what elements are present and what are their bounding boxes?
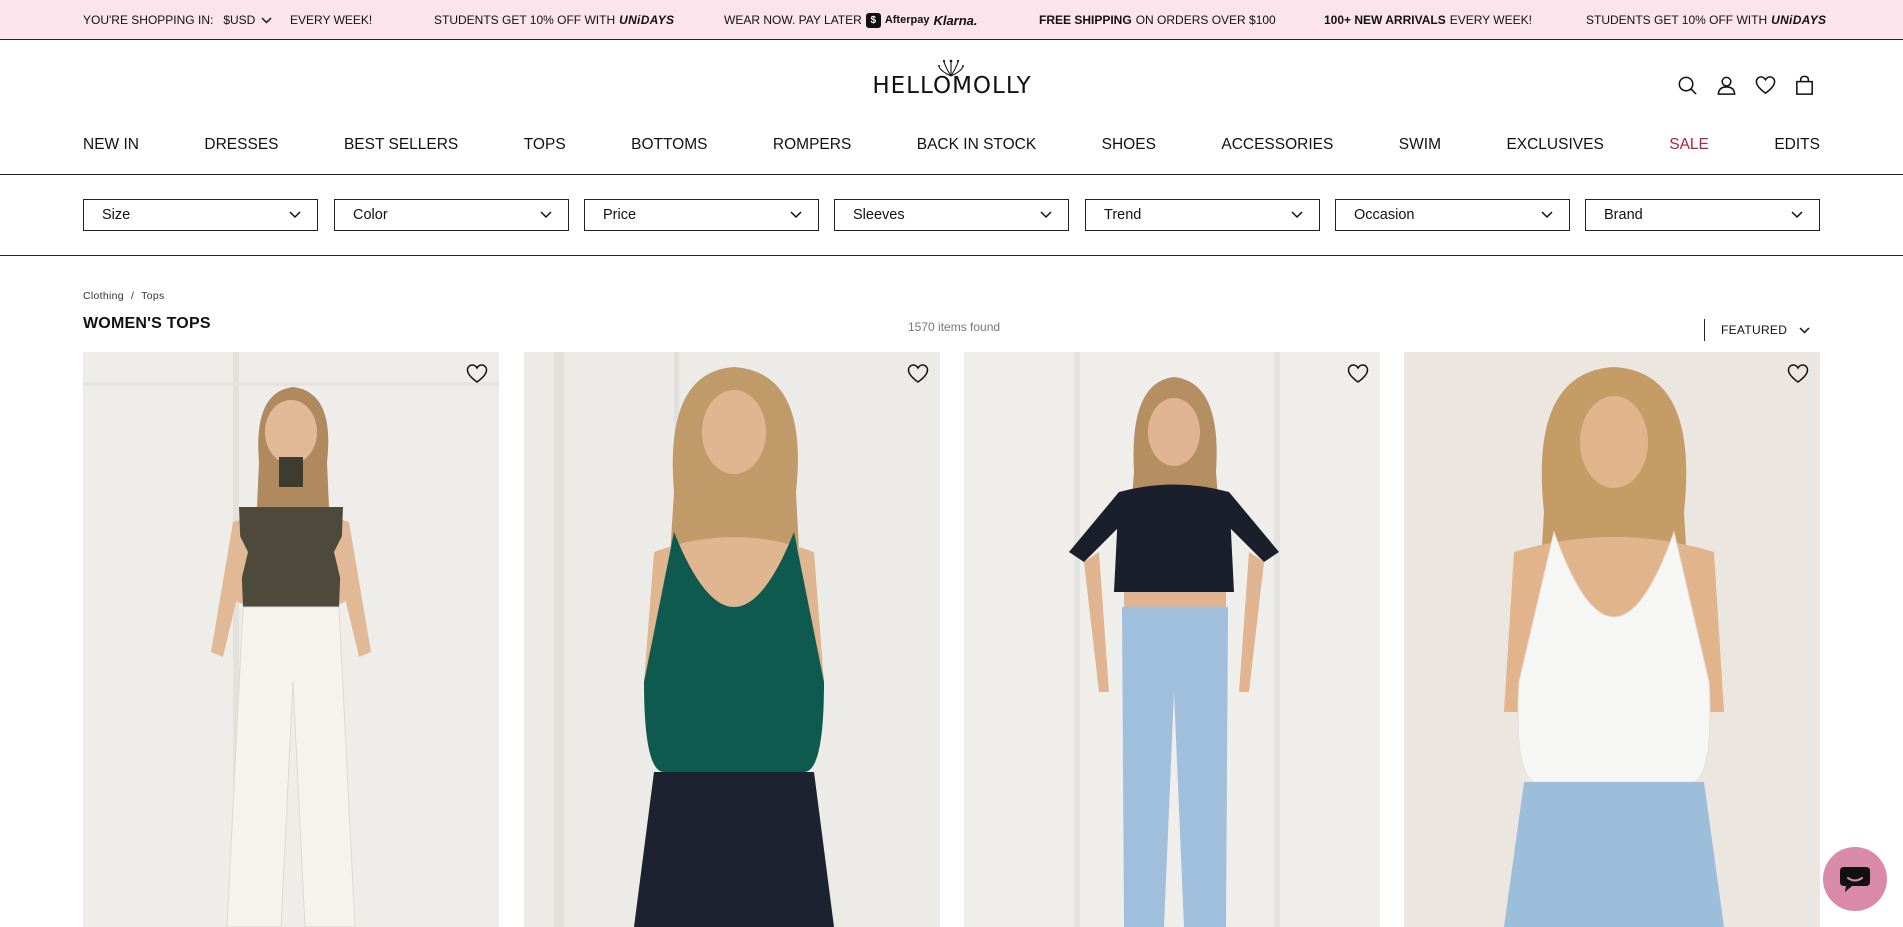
- nav-item-tops[interactable]: TOPS: [524, 136, 566, 154]
- search-icon[interactable]: [1676, 74, 1699, 97]
- announcement-bar: EVERY WEEK! STUDENTS GET 10% OFF WITH UN…: [0, 0, 1903, 40]
- product-image[interactable]: [524, 352, 940, 927]
- nav-item-rompers[interactable]: ROMPERS: [773, 136, 851, 154]
- currency-value: $USD: [223, 13, 256, 27]
- filter-label: Sleeves: [853, 207, 905, 223]
- bag-icon[interactable]: [1793, 74, 1816, 97]
- ticker-item-pay-later[interactable]: WEAR NOW. PAY LATER $ Afterpay Klarna.: [724, 0, 978, 39]
- chevron-down-icon: [1291, 211, 1303, 219]
- filter-sleeves-dropdown[interactable]: Sleeves: [834, 199, 1069, 231]
- product-image[interactable]: [964, 352, 1380, 927]
- nav-item-shoes[interactable]: SHOES: [1102, 136, 1156, 154]
- product-card[interactable]: [964, 352, 1380, 927]
- klarna-logo: Klarna.: [933, 12, 978, 28]
- filter-label: Color: [353, 207, 388, 223]
- nav-item-new-in[interactable]: NEW IN: [83, 136, 139, 154]
- nav-item-accessories[interactable]: ACCESSORIES: [1221, 136, 1333, 154]
- wishlist-icon[interactable]: [1754, 74, 1777, 97]
- afterpay-logo: Afterpay: [884, 14, 930, 26]
- product-image[interactable]: [83, 352, 499, 927]
- nav-item-dresses[interactable]: DRESSES: [204, 136, 278, 154]
- product-card[interactable]: [524, 352, 940, 927]
- ticker-text: WEAR NOW. PAY LATER: [724, 13, 862, 27]
- product-card[interactable]: [83, 352, 499, 927]
- sort-dropdown[interactable]: FEATURED: [1704, 319, 1810, 341]
- site-header: HELLOMOLLY NEW IN DRESSES BEST SELLERS T…: [0, 40, 1903, 175]
- page-title: WOMEN'S TOPS: [83, 315, 211, 332]
- ticker-item-free-shipping[interactable]: FREE SHIPPING ON ORDERS OVER $100: [1039, 0, 1276, 39]
- nav-item-bottoms[interactable]: BOTTOMS: [631, 136, 707, 154]
- breadcrumb-link-clothing[interactable]: Clothing: [83, 290, 124, 302]
- filter-label: Size: [102, 207, 131, 223]
- chat-button[interactable]: [1823, 847, 1887, 911]
- ticker-item-unidays[interactable]: STUDENTS GET 10% OFF WITH UNiDAYS: [434, 0, 675, 39]
- ticker-text: ON ORDERS OVER $100: [1135, 13, 1276, 27]
- ticker-item-unidays[interactable]: STUDENTS GET 10% OFF WITH UNiDAYS: [1586, 0, 1827, 39]
- unidays-logo: UNiDAYS: [619, 13, 675, 27]
- ticker-item-new-arrivals[interactable]: 100+ NEW ARRIVALS EVERY WEEK!: [1324, 0, 1532, 39]
- filter-occasion-dropdown[interactable]: Occasion: [1335, 199, 1570, 231]
- filter-price-dropdown[interactable]: Price: [584, 199, 819, 231]
- main-navigation: NEW IN DRESSES BEST SELLERS TOPS BOTTOMS…: [83, 136, 1820, 154]
- announcement-ticker: EVERY WEEK! STUDENTS GET 10% OFF WITH UN…: [0, 0, 1903, 39]
- breadcrumb-separator: /: [130, 290, 135, 302]
- filter-color-dropdown[interactable]: Color: [334, 199, 569, 231]
- ticker-text: EVERY WEEK!: [290, 13, 373, 27]
- product-card[interactable]: [1404, 352, 1820, 927]
- chevron-down-icon: [261, 17, 272, 23]
- nav-item-exclusives[interactable]: EXCLUSIVES: [1506, 136, 1603, 154]
- chevron-down-icon: [1541, 211, 1553, 219]
- nav-item-best-sellers[interactable]: BEST SELLERS: [344, 136, 458, 154]
- currency-selector[interactable]: YOU'RE SHOPPING IN: $USD: [83, 0, 285, 39]
- nav-item-edits[interactable]: EDITS: [1774, 136, 1820, 154]
- filter-bar: Size Color Price Sleeves Trend Occasion …: [0, 175, 1903, 256]
- ticker-text: STUDENTS GET 10% OFF WITH: [1586, 13, 1768, 27]
- logo-text: HELLOMOLLY: [872, 73, 1032, 99]
- account-icon[interactable]: [1715, 74, 1738, 97]
- filter-label: Price: [603, 207, 637, 223]
- chevron-down-icon: [289, 211, 301, 219]
- chat-bubble-icon: [1840, 867, 1870, 892]
- wishlist-heart-icon[interactable]: [1346, 362, 1370, 386]
- nav-item-sale[interactable]: SALE: [1669, 136, 1709, 154]
- nav-item-swim[interactable]: SWIM: [1399, 136, 1441, 154]
- wishlist-heart-icon[interactable]: [465, 362, 489, 386]
- ticker-bold-text: 100+ NEW ARRIVALS: [1324, 13, 1446, 27]
- ticker-bold-text: FREE SHIPPING: [1039, 13, 1132, 27]
- filter-trend-dropdown[interactable]: Trend: [1085, 199, 1320, 231]
- chevron-down-icon: [1799, 326, 1810, 334]
- wishlist-heart-icon[interactable]: [1786, 362, 1810, 386]
- ticker-text: EVERY WEEK!: [1449, 13, 1532, 27]
- breadcrumb: Clothing / Tops: [83, 290, 165, 302]
- item-count: 1570 items found: [908, 320, 1001, 334]
- currency-label: YOU'RE SHOPPING IN:: [83, 13, 214, 27]
- ticker-text: STUDENTS GET 10% OFF WITH: [434, 13, 616, 27]
- filter-brand-dropdown[interactable]: Brand: [1585, 199, 1820, 231]
- chevron-down-icon: [790, 211, 802, 219]
- chevron-down-icon: [540, 211, 552, 219]
- filter-label: Brand: [1604, 207, 1643, 223]
- nav-item-back-in-stock[interactable]: BACK IN STOCK: [917, 136, 1036, 154]
- currency-dropdown[interactable]: $USD: [223, 13, 272, 27]
- afterpay-icon: $: [865, 12, 881, 28]
- wishlist-heart-icon[interactable]: [906, 362, 930, 386]
- sort-label: FEATURED: [1721, 323, 1788, 337]
- unidays-logo: UNiDAYS: [1771, 13, 1827, 27]
- breadcrumb-link-tops[interactable]: Tops: [141, 290, 164, 302]
- chevron-down-icon: [1040, 211, 1052, 219]
- filter-label: Occasion: [1354, 207, 1415, 223]
- chevron-down-icon: [1791, 211, 1803, 219]
- site-logo[interactable]: HELLOMOLLY: [871, 56, 1033, 106]
- filter-label: Trend: [1104, 207, 1142, 223]
- ticker-item: EVERY WEEK!: [290, 0, 373, 39]
- filter-size-dropdown[interactable]: Size: [83, 199, 318, 231]
- header-actions: [1676, 74, 1816, 97]
- product-image[interactable]: [1404, 352, 1820, 927]
